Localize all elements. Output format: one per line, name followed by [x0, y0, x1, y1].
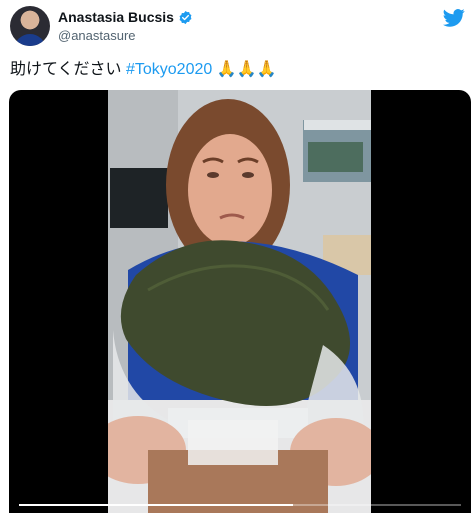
twitter-bird-icon[interactable] — [443, 8, 465, 28]
video-player[interactable] — [9, 90, 471, 513]
video-progress-bar[interactable] — [19, 504, 461, 506]
avatar-figure — [14, 34, 46, 46]
video-progress-fill — [19, 504, 294, 506]
video-still — [108, 90, 371, 513]
verified-badge-icon — [179, 10, 192, 24]
pray-emoji: 🙏🙏🙏 — [216, 61, 277, 78]
user-handle[interactable]: @anastasure — [58, 28, 136, 43]
display-name[interactable]: Anastasia Bucsis — [58, 9, 174, 25]
tweet-text: 助けてください #Tokyo2020 🙏🙏🙏 — [10, 59, 277, 81]
video-frame — [108, 90, 371, 513]
name-row: Anastasia Bucsis — [58, 9, 193, 25]
tweet-header: Anastasia Bucsis @anastasure — [10, 6, 469, 48]
hashtag-link[interactable]: #Tokyo2020 — [126, 61, 212, 78]
avatar[interactable] — [10, 6, 50, 46]
tweet-body: 助けてください — [10, 61, 122, 78]
